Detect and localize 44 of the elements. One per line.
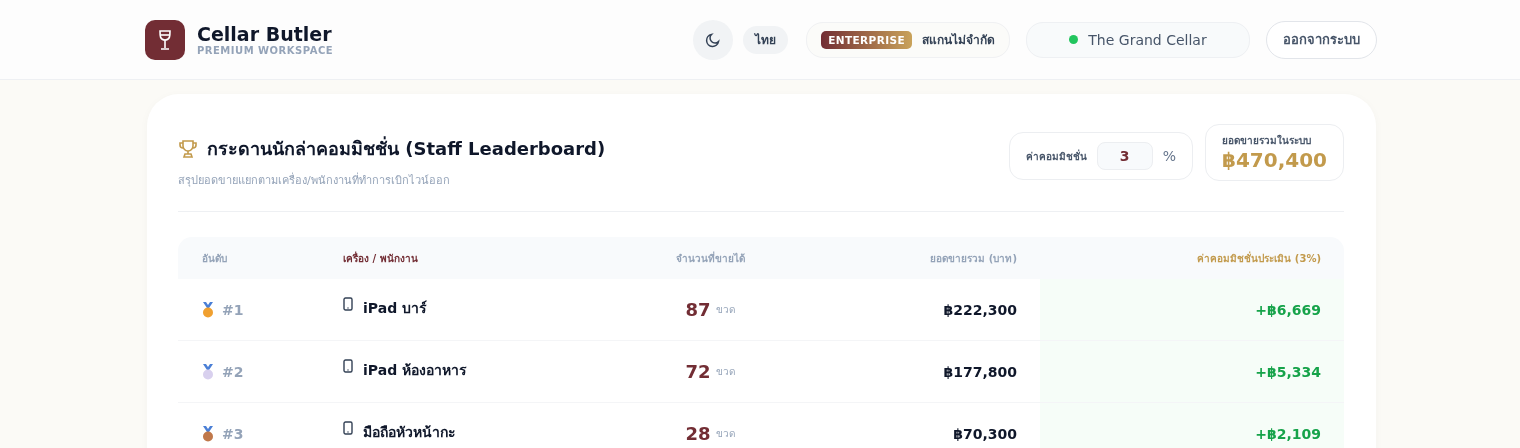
- commission-amount: +฿2,109: [1255, 425, 1321, 442]
- logo-icon: [145, 19, 185, 60]
- device-name: iPad ห้องอาหาร: [363, 361, 468, 380]
- app-name: Cellar Butler: [197, 23, 333, 45]
- total-sales-value: ฿470,400: [1222, 148, 1327, 172]
- quantity-unit: ขวด: [715, 303, 735, 317]
- logout-button[interactable]: ออกจากระบบ: [1266, 20, 1377, 59]
- venue-selector[interactable]: The Grand Cellar: [1026, 21, 1250, 58]
- column-header: ยอดขายรวม (บาท): [929, 251, 1017, 266]
- quantity-unit: ขวด: [715, 365, 735, 379]
- quantity: 72: [685, 361, 711, 382]
- sales-amount: ฿70,300: [953, 425, 1017, 442]
- phone-icon: [343, 359, 353, 373]
- device-name: iPad บาร์: [363, 299, 428, 318]
- quantity: 87: [685, 299, 711, 320]
- commission-amount: +฿5,334: [1255, 363, 1321, 380]
- quantity-unit: ขวด: [715, 427, 735, 441]
- rank-number: #3: [222, 425, 244, 442]
- moon-icon: [705, 31, 722, 48]
- trophy-icon: [178, 138, 198, 159]
- phone-icon: [343, 297, 353, 311]
- column-header: จำนวนที่ขายได้: [674, 250, 746, 266]
- sales-amount: ฿222,300: [943, 301, 1017, 318]
- commission-amount: +฿6,669: [1255, 301, 1321, 318]
- phone-icon: [343, 421, 353, 435]
- column-header: เครื่อง / พนักงาน: [342, 250, 419, 266]
- venue-name: The Grand Cellar: [1088, 31, 1207, 48]
- commission-input[interactable]: 3: [1096, 142, 1153, 170]
- leaderboard-subtitle: สรุปยอดขายแยกตามเครื่อง/พนักงานที่ทำการเบิกไวน์ออก: [178, 171, 451, 189]
- commission-label: ค่าคอมมิชชั่น: [1025, 148, 1087, 164]
- column-header: ค่าคอมมิชชั่นประเมิน (3%): [1196, 250, 1322, 266]
- sales-amount: ฿177,800: [943, 363, 1017, 380]
- plan-badge: ENTERPRISE: [821, 30, 912, 49]
- quantity: 28: [685, 423, 711, 444]
- rank-number: #2: [222, 363, 244, 380]
- total-sales-label: ยอดขายรวมในระบบ: [1222, 133, 1312, 148]
- leaderboard-title: กระดานนักล่าคอมมิชชั่น (Staff Leaderboard): [207, 135, 606, 161]
- device-name: มือถือหัวหน้ากะ: [363, 423, 456, 442]
- language-button[interactable]: ไทย: [743, 25, 789, 54]
- app-subtitle: PREMIUM WORKSPACE: [197, 45, 334, 56]
- column-header: อันดับ: [201, 251, 228, 266]
- plan-note: สแกนไม่จำกัด: [922, 32, 995, 49]
- percent-unit: %: [1162, 148, 1176, 164]
- rank-number: #1: [222, 301, 244, 318]
